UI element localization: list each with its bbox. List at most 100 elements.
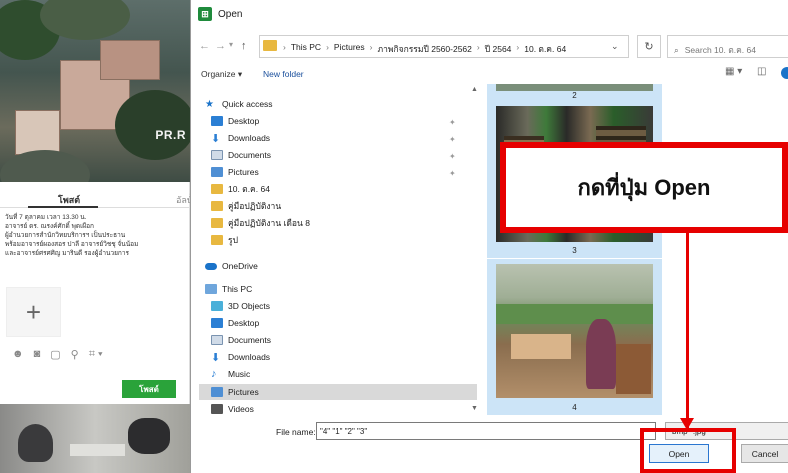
thumbnail-label: 4: [572, 403, 577, 412]
file-name-label: File name:: [276, 427, 316, 437]
nav-label: Videos: [228, 404, 254, 414]
instruction-callout: กดที่ปุ่ม Open: [500, 142, 788, 233]
breadcrumb-separator: ›: [369, 42, 373, 52]
view-options-icon[interactable]: ▦ ▾: [725, 66, 742, 77]
add-photo-button[interactable]: +: [6, 287, 61, 337]
nav-pc-pictures[interactable]: Pictures: [211, 384, 259, 400]
post-line: พร้อมอาจารย์ผองสอร ปาลี อาจารย์วิชชุ จั่…: [5, 241, 139, 248]
nav-desktop[interactable]: Desktop: [211, 113, 259, 129]
dialog-title: Open: [218, 9, 243, 20]
nav-folder-current[interactable]: 10. ต.ค. 64: [211, 181, 270, 197]
nav-label: Documents: [228, 335, 271, 345]
nav-label: Documents: [228, 150, 271, 160]
download-icon: ⬇: [211, 132, 221, 145]
nav-pc-desktop[interactable]: Desktop: [211, 315, 259, 331]
post-line: ผู้อำนวยการสำนักวิทยบริการฯ เป็นประธาน: [5, 232, 126, 239]
nav-label: Pictures: [228, 387, 259, 397]
pin-icon[interactable]: ✦: [449, 135, 456, 144]
link-icon[interactable]: ⚲: [71, 348, 79, 361]
breadcrumb-separator: ›: [476, 42, 480, 52]
thumbnail-label: 2: [572, 91, 577, 100]
nav-videos[interactable]: Videos: [211, 401, 254, 417]
nav-onedrive[interactable]: OneDrive: [205, 258, 258, 274]
breadcrumb: › This PC › Pictures › ภาพกิจกรรมปี 2560…: [283, 42, 566, 56]
nav-music[interactable]: ♪ Music: [211, 366, 250, 382]
scroll-up-icon[interactable]: ▲: [471, 86, 478, 93]
computer-icon: [205, 284, 217, 294]
green-app-icon: ⊞: [198, 7, 212, 21]
pin-icon[interactable]: ✦: [449, 169, 456, 178]
cube-icon: [211, 301, 223, 311]
thumbnail-label: 3: [572, 246, 577, 255]
pictures-icon: [211, 167, 223, 177]
open-button-highlight: [640, 428, 736, 473]
sticker-icon[interactable]: ▢: [50, 348, 60, 361]
thumbnail-image-2[interactable]: [496, 84, 653, 91]
breadcrumb-separator: ›: [516, 42, 520, 52]
scroll-down-icon[interactable]: ▼: [471, 405, 478, 412]
nav-label: Quick access: [222, 99, 273, 109]
nav-quick-access[interactable]: ★ Quick access: [205, 96, 273, 112]
nav-folder-images[interactable]: รูป: [211, 232, 238, 248]
watermark-text: PR.R: [155, 128, 186, 142]
star-icon: ★: [205, 98, 214, 110]
breadcrumb-activity-folder[interactable]: ภาพกิจกรรมปี 2560-2562: [377, 42, 471, 56]
breadcrumb-this-pc[interactable]: This PC: [291, 42, 321, 56]
music-icon: ♪: [211, 368, 217, 380]
forward-arrow-icon[interactable]: →: [215, 40, 226, 52]
pictures-icon: [211, 387, 223, 397]
nav-label: คู่มือปฏิบัติงาน: [228, 201, 282, 211]
nav-pc-documents[interactable]: Documents: [211, 332, 271, 348]
nav-this-pc[interactable]: This PC: [205, 281, 252, 297]
thumbnail-image-4[interactable]: [496, 264, 653, 398]
pin-icon[interactable]: ✦: [449, 118, 456, 127]
desktop-icon: [211, 116, 223, 126]
search-icon: ⌕: [674, 45, 679, 55]
download-icon: ⬇: [211, 351, 221, 364]
active-tab-underline: [28, 206, 98, 208]
breadcrumb-current-folder[interactable]: 10. ต.ค. 64: [524, 42, 566, 56]
pin-icon[interactable]: ✦: [449, 152, 456, 161]
new-folder-button[interactable]: New folder: [263, 69, 304, 79]
post-button[interactable]: โพสต์: [122, 380, 176, 398]
emoji-icon[interactable]: ☻: [12, 348, 24, 361]
up-arrow-icon[interactable]: ↑: [241, 40, 247, 52]
nav-label: 3D Objects: [228, 301, 271, 311]
nav-label: Music: [228, 369, 251, 379]
help-icon[interactable]: [781, 67, 788, 79]
nav-downloads[interactable]: ⬇ Downloads: [211, 130, 270, 146]
nav-folder-manual[interactable]: คู่มือปฏิบัติงาน: [211, 198, 281, 214]
post-text[interactable]: วันที่ 7 ตุลาคม เวลา 13.30 น. อาจารย์ ดร…: [5, 213, 185, 258]
screen: PR.R โพสต์ อัลบั้ม วันที่ 7 ตุลาคม เวลา …: [0, 0, 788, 473]
tag-icon[interactable]: ⌗ ▾: [89, 348, 103, 361]
refresh-icon[interactable]: ↻: [637, 35, 661, 58]
back-arrow-icon[interactable]: ←: [199, 40, 210, 52]
nav-folder-manual-8[interactable]: คู่มือปฏิบัติงาน เดือน 8: [211, 215, 310, 231]
nav-3d-objects[interactable]: 3D Objects: [211, 298, 270, 314]
breadcrumb-separator: ›: [283, 42, 286, 52]
file-name-input[interactable]: "4" "1" "2" "3": [316, 422, 656, 440]
nav-pictures[interactable]: Pictures: [211, 164, 259, 180]
nav-documents[interactable]: Documents: [211, 147, 271, 163]
cancel-button[interactable]: Cancel: [741, 444, 788, 463]
camera-icon[interactable]: ◙: [34, 348, 41, 361]
preview-pane-icon[interactable]: ◫: [757, 66, 766, 77]
folder-icon: [211, 235, 223, 245]
nav-label: Downloads: [228, 352, 271, 362]
organize-button[interactable]: Organize ▾: [201, 69, 242, 80]
title-bar: ⊞ Open: [191, 0, 788, 30]
nav-label: Desktop: [228, 318, 260, 328]
composer-toolbar: ☻ ◙ ▢ ⚲ ⌗ ▾: [12, 348, 103, 361]
breadcrumb-year-folder[interactable]: ปี 2564: [485, 42, 512, 56]
breadcrumb-separator: ›: [326, 42, 329, 52]
nav-label: Downloads: [228, 133, 271, 143]
search-input[interactable]: ⌕ Search 10. ต.ค. 64: [667, 35, 788, 58]
breadcrumb-pictures[interactable]: Pictures: [334, 42, 365, 56]
documents-icon: [211, 335, 223, 345]
chevron-down-icon[interactable]: ⌄: [611, 41, 619, 52]
post-line: วันที่ 7 ตุลาคม เวลา 13.30 น.: [5, 214, 87, 221]
recent-locations-icon[interactable]: ▾: [229, 40, 233, 49]
nav-pc-downloads[interactable]: ⬇ Downloads: [211, 349, 270, 365]
nav-label: This PC: [222, 284, 253, 294]
tab-post[interactable]: โพสต์: [58, 193, 80, 207]
